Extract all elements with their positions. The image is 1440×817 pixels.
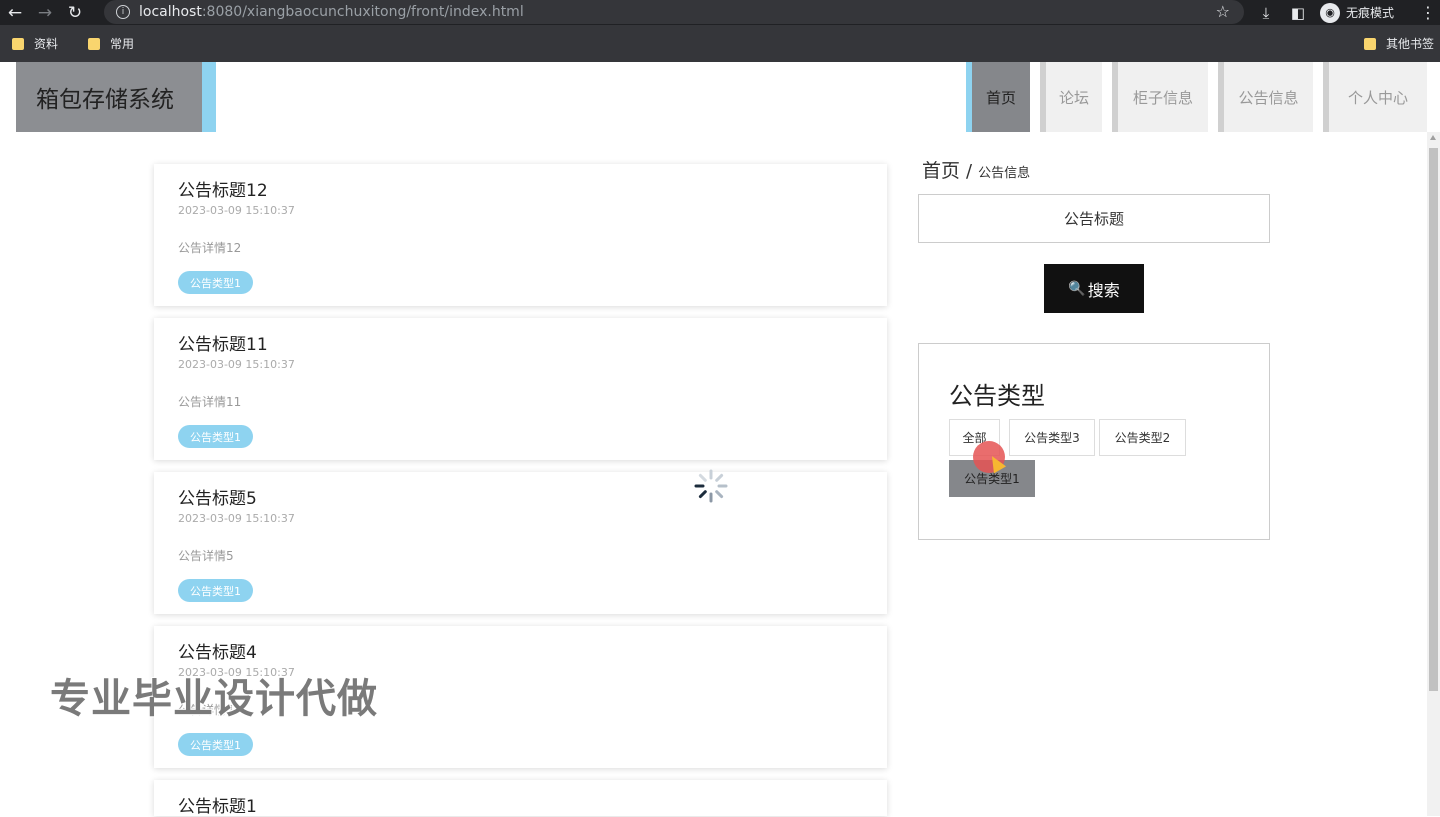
address-bar[interactable]: i localhost:8080/xiangbaocunchuxitong/fr… <box>104 0 1244 24</box>
incognito-icon: ◉ <box>1320 2 1340 23</box>
category-panel: 公告类型 全部 公告类型3 公告类型2 公告类型1 <box>918 343 1270 540</box>
notice-card[interactable]: 公告标题1 <box>154 780 887 817</box>
back-icon[interactable]: ← <box>0 0 30 25</box>
notice-type-badge: 公告类型1 <box>178 425 253 448</box>
notice-title[interactable]: 公告标题5 <box>178 484 257 509</box>
site-logo[interactable]: 箱包存储系统 <box>16 62 216 132</box>
reload-icon[interactable]: ↻ <box>60 0 90 25</box>
category-title: 公告类型 <box>949 382 1045 410</box>
notice-desc: 公告详情12 <box>178 241 242 255</box>
category-type-2[interactable]: 公告类型2 <box>1099 419 1186 456</box>
breadcrumb-home[interactable]: 首页 <box>922 156 960 183</box>
loading-spinner-icon <box>694 469 728 503</box>
side-panel-icon[interactable]: ◧ <box>1282 4 1314 22</box>
notice-time: 2023-03-09 15:10:37 <box>178 204 295 217</box>
nav-personal-center[interactable]: 个人中心 <box>1323 62 1427 132</box>
download-icon[interactable]: ⤓ <box>1250 4 1282 22</box>
notice-title[interactable]: 公告标题12 <box>178 176 268 201</box>
bookmarks-bar: 资料 常用 其他书签 <box>0 25 1440 62</box>
site-title: 箱包存储系统 <box>36 87 174 113</box>
url-path: :8080/xiangbaocunchuxitong/front/index.h… <box>201 4 524 20</box>
folder-icon <box>1363 37 1376 50</box>
notice-type-badge: 公告类型1 <box>178 579 253 602</box>
bookmark-star-icon[interactable]: ☆ <box>1216 2 1230 21</box>
nav-locker-info[interactable]: 柜子信息 <box>1112 62 1208 132</box>
notice-card[interactable]: 公告标题5 2023-03-09 15:10:37 公告详情5 公告类型1 <box>154 472 887 614</box>
search-button[interactable]: 🔍 搜索 <box>1044 264 1144 313</box>
search-button-label: 搜索 <box>1087 282 1120 300</box>
bookmark-folder[interactable]: 资料 <box>12 35 58 52</box>
breadcrumb: 首页 / 公告信息 <box>922 156 1030 183</box>
menu-icon[interactable]: ⋮ <box>1420 3 1436 22</box>
breadcrumb-separator: / <box>966 161 973 182</box>
incognito-indicator[interactable]: ◉ 无痕模式 <box>1320 2 1395 23</box>
notice-card[interactable]: 公告标题12 2023-03-09 15:10:37 公告详情12 公告类型1 <box>154 164 887 306</box>
other-bookmarks[interactable]: 其他书签 <box>1363 25 1434 62</box>
bookmark-label: 资料 <box>34 37 59 51</box>
watermark: 专业毕业设计代做 <box>50 676 378 722</box>
notice-type-badge: 公告类型1 <box>178 271 253 294</box>
notice-type-badge: 公告类型1 <box>178 733 253 756</box>
bookmark-label: 常用 <box>110 37 135 51</box>
url-host: localhost <box>139 4 202 20</box>
search-icon: 🔍 <box>1068 280 1086 296</box>
breadcrumb-current: 公告信息 <box>978 166 1031 181</box>
forward-icon[interactable]: → <box>30 0 60 25</box>
nav-home[interactable]: 首页 <box>966 62 1030 132</box>
notice-time: 2023-03-09 15:10:37 <box>178 358 295 371</box>
category-type-3[interactable]: 公告类型3 <box>1009 419 1095 456</box>
top-nav: 首页 论坛 柜子信息 公告信息 个人中心 <box>956 62 1440 132</box>
scrollbar[interactable] <box>1427 132 1440 816</box>
nav-forum[interactable]: 论坛 <box>1040 62 1102 132</box>
other-bookmarks-label: 其他书签 <box>1385 37 1434 51</box>
nav-notice-info[interactable]: 公告信息 <box>1218 62 1313 132</box>
search-input[interactable] <box>918 194 1270 243</box>
scroll-up-icon[interactable] <box>1430 135 1436 140</box>
scrollbar-thumb[interactable] <box>1429 148 1438 691</box>
notice-desc: 公告详情11 <box>178 395 242 409</box>
notice-title[interactable]: 公告标题4 <box>178 638 257 663</box>
bookmark-folder[interactable]: 常用 <box>88 35 134 52</box>
notice-title[interactable]: 公告标题11 <box>178 330 268 355</box>
browser-toolbar: ← → ↻ i localhost:8080/xiangbaocunchuxit… <box>0 0 1440 25</box>
notice-time: 2023-03-09 15:10:37 <box>178 512 295 525</box>
notice-card[interactable]: 公告标题11 2023-03-09 15:10:37 公告详情11 公告类型1 <box>154 318 887 460</box>
notice-title[interactable]: 公告标题1 <box>178 792 257 817</box>
folder-icon <box>12 37 24 50</box>
notice-desc: 公告详情5 <box>178 549 234 563</box>
folder-icon <box>88 37 101 50</box>
info-icon[interactable]: i <box>116 5 130 19</box>
incognito-label: 无痕模式 <box>1346 6 1395 20</box>
